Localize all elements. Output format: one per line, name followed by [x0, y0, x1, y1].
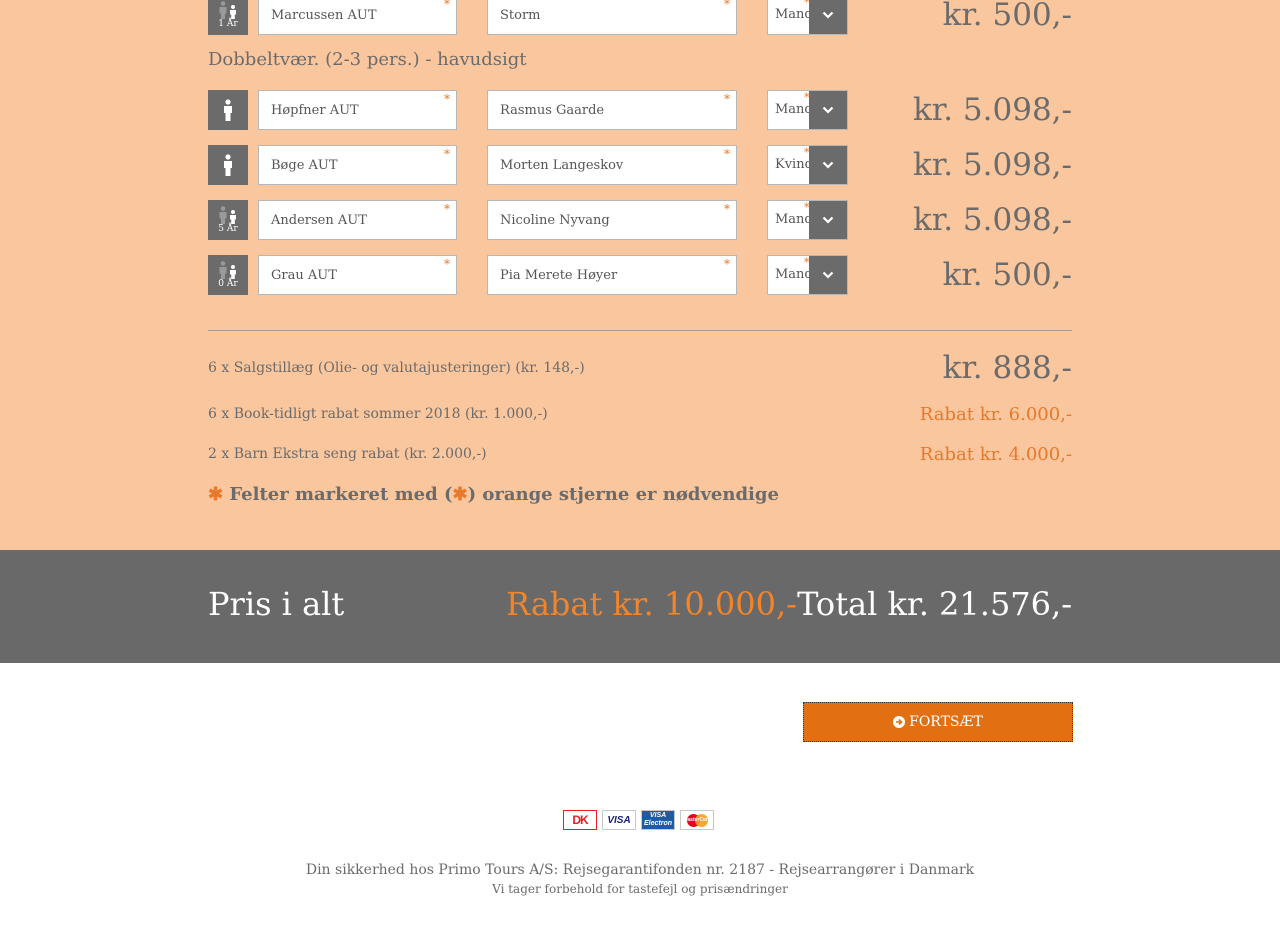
age-label: 1 År: [218, 19, 238, 29]
required-note-text: ) orange stjerne er nødvendige: [467, 484, 779, 505]
required-star-icon: ✱: [208, 484, 224, 505]
last-name-value: Bøge AUT: [271, 157, 338, 173]
divider: [208, 330, 1072, 331]
age-label: 5 År: [218, 224, 238, 234]
gender-select[interactable]: Mand *: [767, 90, 848, 130]
traveler-row: Høpfner AUT * Rasmus Gaarde * Mand * kr. 5.098…: [208, 90, 1072, 130]
gender-select[interactable]: Mand *: [767, 200, 848, 240]
extra-discount: Rabat kr. 4.000,-: [919, 444, 1072, 465]
extra-value: kr. 888,-: [942, 350, 1072, 386]
first-name-field[interactable]: Rasmus Gaarde *: [487, 90, 737, 130]
extra-row: 6 x Salgstillæg (Olie- og valutajusterin…: [208, 350, 1072, 390]
chevron-down-icon[interactable]: [809, 256, 847, 294]
extra-row: 6 x Book-tidligt rabat sommer 2018 (kr. …: [208, 404, 1072, 428]
total-discount: Rabat kr. 10.000,-: [506, 585, 797, 623]
first-name-value: Morten Langeskov: [500, 157, 624, 173]
total-label: Pris i alt: [208, 585, 345, 623]
last-name-value: Høpfner AUT: [271, 102, 359, 118]
child-icon: 5 År: [208, 200, 248, 240]
adult-icon: [208, 145, 248, 185]
last-name-field[interactable]: Bøge AUT *: [258, 145, 457, 185]
traveler-price: kr. 5.098,-: [913, 147, 1072, 183]
required-marker: *: [444, 202, 450, 216]
visa-electron-top: VISA: [649, 812, 667, 819]
last-name-value: Andersen AUT: [271, 212, 367, 228]
extra-row: 2 x Barn Ekstra seng rabat (kr. 2.000,-)…: [208, 444, 1072, 468]
last-name-field[interactable]: Høpfner AUT *: [258, 90, 457, 130]
traveler-price: kr. 500,-: [942, 0, 1072, 33]
gender-select[interactable]: Mand *: [767, 255, 848, 295]
visa-electron-icon: VISA Electron: [641, 810, 675, 830]
visa-electron-bottom: Electron: [643, 820, 672, 827]
traveler-price: kr. 5.098,-: [913, 202, 1072, 238]
required-marker: *: [724, 147, 730, 161]
traveler-row: Bøge AUT * Morten Langeskov * Kvinde* kr. 5.0…: [208, 145, 1072, 185]
extra-discount: Rabat kr. 6.000,-: [919, 404, 1072, 425]
traveler-price: kr. 5.098,-: [913, 92, 1072, 128]
payment-cards: DK VISA VISA Electron MasterCard: [563, 810, 714, 832]
first-name-field[interactable]: Storm *: [487, 0, 737, 35]
extra-label: 6 x Book-tidligt rabat sommer 2018 (kr. …: [208, 406, 548, 422]
mastercard-icon: MasterCard: [680, 810, 714, 830]
continue-button-label: FORTSÆT: [909, 714, 983, 730]
first-name-field[interactable]: Morten Langeskov *: [487, 145, 737, 185]
required-marker: *: [724, 0, 730, 11]
footer-security: Din sikkerhed hos Primo Tours A/S: Rejse…: [305, 862, 975, 878]
last-name-value: Grau AUT: [271, 267, 337, 283]
first-name-value: Rasmus Gaarde: [500, 102, 605, 118]
first-name-field[interactable]: Nicoline Nyvang *: [487, 200, 737, 240]
chevron-down-icon[interactable]: [809, 201, 847, 239]
first-name-field[interactable]: Pia Merete Høyer *: [487, 255, 737, 295]
required-marker: *: [444, 257, 450, 271]
adult-icon: [208, 90, 248, 130]
required-marker: *: [444, 92, 450, 106]
traveler-row: 5 År Andersen AUT * Nicoline Nyvang * Mand * kr…: [208, 200, 1072, 240]
chevron-down-icon[interactable]: [809, 146, 847, 184]
required-marker: *: [444, 147, 450, 161]
last-name-field[interactable]: Marcussen AUT *: [258, 0, 457, 35]
chevron-down-icon[interactable]: [809, 91, 847, 129]
required-note: ✱ Felter markeret med (✱) orange stjerne…: [208, 484, 779, 505]
visa-icon: VISA: [602, 810, 636, 830]
first-name-value: Pia Merete Høyer: [500, 267, 618, 283]
required-marker: *: [724, 257, 730, 271]
arrow-circle-right-icon: [893, 716, 906, 728]
room-title: Dobbeltvær. (2-3 pers.) - havudsigt: [208, 49, 527, 70]
last-name-field[interactable]: Grau AUT *: [258, 255, 457, 295]
traveler-price: kr. 500,-: [942, 257, 1072, 293]
age-label: 0 År: [218, 279, 238, 289]
extra-label: 6 x Salgstillæg (Olie- og valutajusterin…: [208, 360, 585, 376]
total-price: Total kr. 21.576,-: [797, 585, 1072, 623]
mastercard-text: MasterCard: [683, 817, 711, 823]
traveler-row: 1 År Marcussen AUT * Storm * Mand * kr. 500,-: [208, 0, 1072, 35]
last-name-value: Marcussen AUT: [271, 7, 377, 23]
gender-select[interactable]: Kvinde*: [767, 145, 848, 185]
dankort-icon: DK: [563, 810, 597, 830]
last-name-field[interactable]: Andersen AUT *: [258, 200, 457, 240]
required-marker: *: [724, 202, 730, 216]
extra-label: 2 x Barn Ekstra seng rabat (kr. 2.000,-): [208, 446, 487, 462]
required-note-text: Felter markeret med (: [223, 484, 453, 505]
first-name-value: Storm: [500, 7, 541, 23]
gender-select[interactable]: Mand *: [767, 0, 848, 35]
traveler-row: 0 År Grau AUT * Pia Merete Høyer * Mand * kr. 5…: [208, 255, 1072, 295]
first-name-value: Nicoline Nyvang: [500, 212, 610, 228]
required-star-icon: ✱: [452, 484, 468, 505]
child-icon: 0 År: [208, 255, 248, 295]
footer-disclaimer: Vi tager forbehold for tastefejl og pris…: [492, 882, 788, 896]
continue-button[interactable]: FORTSÆT: [803, 702, 1073, 742]
required-marker: *: [724, 92, 730, 106]
chevron-down-icon[interactable]: [809, 0, 847, 34]
required-marker: *: [444, 0, 450, 11]
total-bar: Pris i alt Rabat kr. 10.000,- Total kr. …: [0, 550, 1280, 663]
child-icon: 1 År: [208, 0, 248, 35]
